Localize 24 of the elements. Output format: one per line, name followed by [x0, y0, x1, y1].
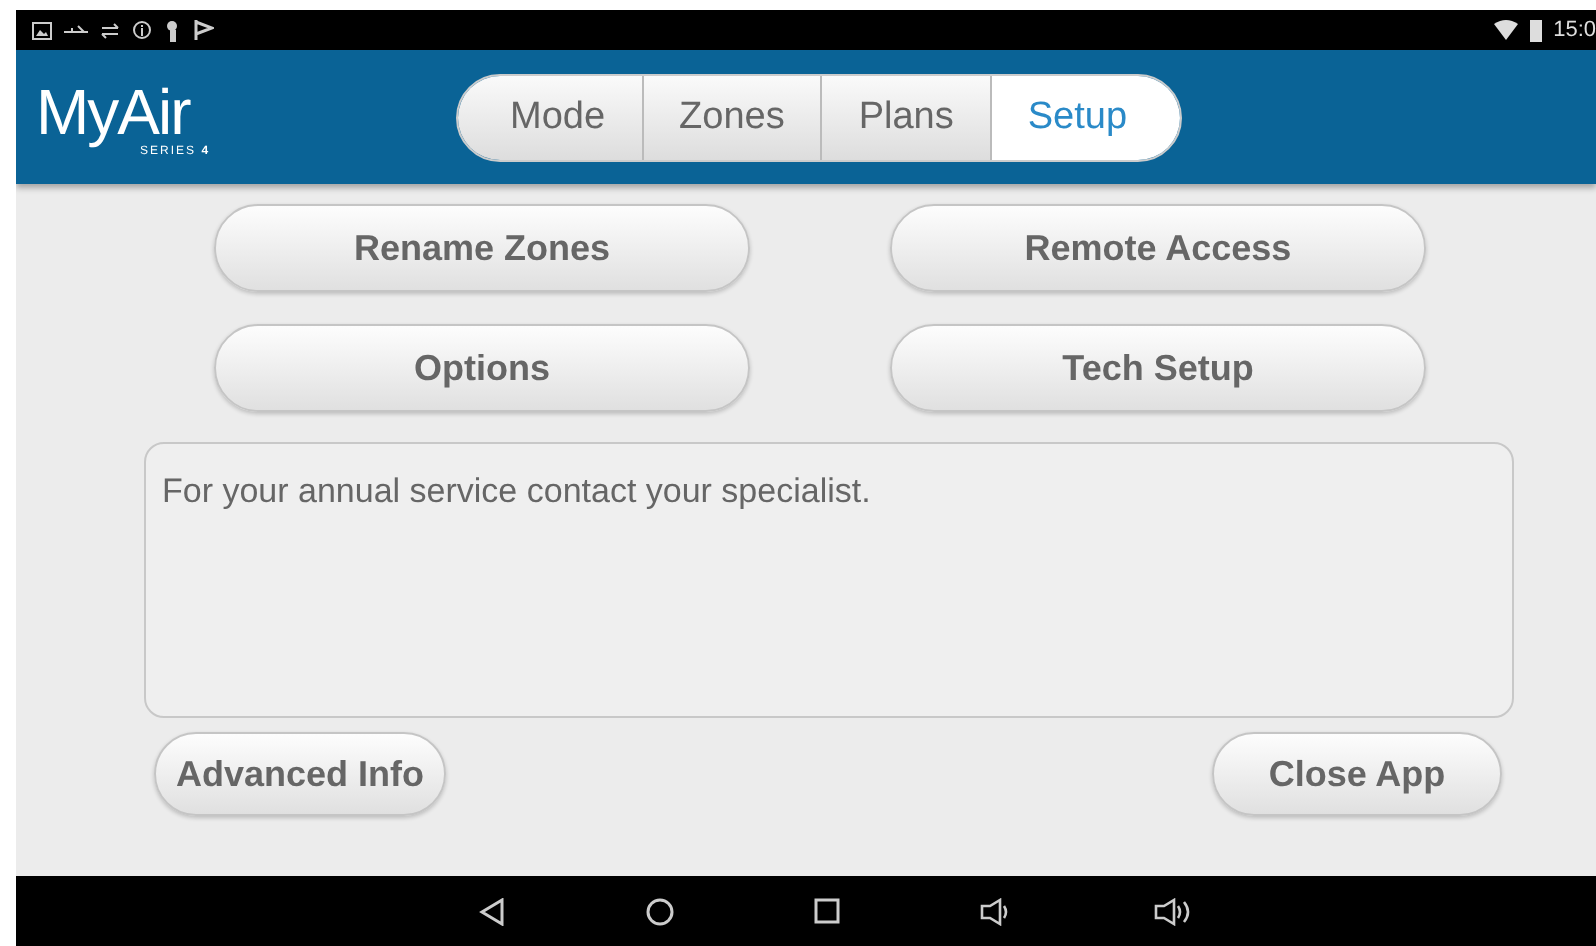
footer-button[interactable]: Advanced Info	[154, 732, 447, 816]
sync-icon	[100, 21, 120, 39]
setup-button[interactable]: Rename Zones	[214, 204, 750, 292]
home-icon[interactable]	[646, 897, 674, 925]
setup-button[interactable]: Options	[214, 324, 750, 412]
tab[interactable]: Setup	[991, 75, 1180, 159]
tab[interactable]: Plans	[822, 75, 992, 159]
picture-notification-icon	[32, 21, 52, 39]
footer-button[interactable]: Close App	[1212, 732, 1502, 816]
info-icon	[132, 20, 152, 40]
logo-name: MyAir	[36, 77, 191, 145]
flag-icon	[194, 20, 214, 40]
touch-icon	[164, 19, 182, 41]
recents-icon[interactable]	[814, 898, 840, 924]
message-text: For your annual service contact your specialist.	[162, 472, 871, 510]
back-icon[interactable]	[478, 897, 506, 925]
clock: 15:0	[1553, 18, 1596, 42]
tab[interactable]: Mode	[458, 75, 644, 159]
battery-icon	[1529, 19, 1542, 41]
setup-button[interactable]: Remote Access	[890, 204, 1426, 292]
volume-up-icon[interactable]	[1154, 897, 1194, 925]
wifi-icon	[1493, 20, 1518, 40]
setup-button[interactable]: Tech Setup	[890, 324, 1426, 412]
tab[interactable]: Zones	[643, 75, 823, 159]
